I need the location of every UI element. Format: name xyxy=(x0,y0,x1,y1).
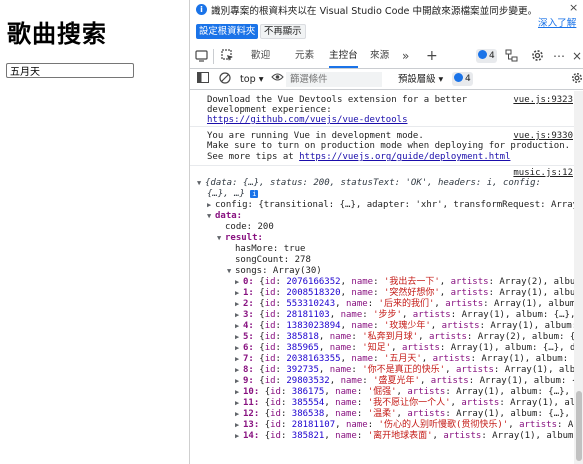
network-icon[interactable] xyxy=(504,49,518,63)
console-issues-badge[interactable]: 4 xyxy=(452,72,473,86)
tab-separator xyxy=(213,49,214,64)
message-icon xyxy=(478,50,487,59)
tab-sources[interactable]: 來源 xyxy=(370,44,389,68)
song-row[interactable]: ▶ 8: {id: 392735, name: '你不是真正的快乐', artis… xyxy=(235,365,581,376)
info-icon: i xyxy=(196,4,207,15)
eye-icon[interactable] xyxy=(270,72,284,86)
scroll-thumb[interactable] xyxy=(576,391,582,461)
log-summary[interactable]: ▼ {data: {…}, status: 200, statusText: 'O… xyxy=(197,178,541,189)
tree-node-songcount: songCount: 278 xyxy=(235,255,311,265)
infobar-message: 識別專案的根資料夾以在 Visual Studio Code 中開啟來源檔案並同… xyxy=(211,6,531,17)
deployment-link[interactable]: https://vuejs.org/guide/deployment.html xyxy=(299,152,510,162)
song-row[interactable]: ▶ 13: {id: 28181107, name: '伤心的人别听慢歌(贯彻快乐… xyxy=(235,420,583,431)
tree-node-hasmore: hasMore: true xyxy=(235,244,306,254)
issues-badge[interactable]: 4 xyxy=(476,49,497,63)
expand-triangle-icon[interactable]: ▶ xyxy=(235,321,243,332)
song-row[interactable]: ▶ 5: {id: 385818, name: '私奔到月球', artists:… xyxy=(235,332,581,343)
devtools-panel: i 識別專案的根資料夾以在 Visual Studio Code 中開啟來源檔案… xyxy=(189,0,583,464)
tree-node-config[interactable]: ▶ config: {transitional: {…}, adapter: 'x… xyxy=(207,200,583,211)
song-row[interactable]: ▶ 14: {id: 385821, name: '离开地球表面', artist… xyxy=(235,431,579,442)
gear-icon[interactable] xyxy=(530,49,544,63)
select-folder-button[interactable]: 設定根資料夾 xyxy=(196,24,259,39)
console-filter-input[interactable] xyxy=(286,72,382,87)
expand-triangle-icon[interactable]: ▶ xyxy=(235,288,243,299)
console-output: Download the Vue Devtools extension for … xyxy=(190,91,583,464)
add-tab-icon[interactable]: + xyxy=(426,44,438,68)
close-devtools-icon[interactable]: × xyxy=(570,49,583,63)
song-row[interactable]: ▶ 11: {id: 385554, name: '我不愿让你一个人', arti… xyxy=(235,398,575,409)
expand-triangle-icon[interactable]: ▶ xyxy=(235,354,243,365)
close-icon[interactable]: × xyxy=(569,1,578,14)
search-input[interactable] xyxy=(6,63,134,78)
tree-node-data[interactable]: ▼ data: xyxy=(207,211,242,222)
clear-console-icon[interactable] xyxy=(218,72,232,86)
song-row[interactable]: ▶ 3: {id: 28181103, name: '步步', artists: … xyxy=(235,310,583,321)
info-icon: i xyxy=(250,190,259,198)
expand-triangle-icon[interactable]: ▶ xyxy=(235,343,243,354)
console-message: Download the Vue Devtools extension for … xyxy=(190,91,583,127)
context-select[interactable]: top ▾ xyxy=(240,72,264,87)
tree-node-songs[interactable]: ▼ songs: Array(30) xyxy=(227,266,322,277)
inspect-element-icon[interactable] xyxy=(220,49,234,63)
song-row[interactable]: ▶ 12: {id: 386538, name: '温柔', artists: A… xyxy=(235,409,581,420)
expand-triangle-icon[interactable]: ▶ xyxy=(235,398,243,409)
tab-elements[interactable]: 元素 xyxy=(295,44,314,68)
log-levels-select[interactable]: 預設層級 ▾ xyxy=(398,72,443,87)
tab-welcome[interactable]: 歡迎 xyxy=(251,44,270,68)
devtools-infobar: i 識別專案的根資料夾以在 Visual Studio Code 中開啟來源檔案… xyxy=(190,0,583,40)
console-message: You are running Vue in development mode.… xyxy=(190,128,583,166)
page-title: 歌曲搜索 xyxy=(7,20,107,48)
source-link[interactable]: vue.js:9323 xyxy=(513,95,573,106)
log-summary-cont: {…}, …} i xyxy=(207,189,259,199)
expand-triangle-icon[interactable]: ▶ xyxy=(235,332,243,343)
song-row[interactable]: ▶ 9: {id: 29803532, name: '盛夏光年', artists… xyxy=(235,376,577,387)
expand-triangle-icon[interactable]: ▶ xyxy=(235,387,243,398)
more-tabs-icon[interactable]: » xyxy=(402,44,409,68)
tree-node-code: code: 200 xyxy=(225,222,274,232)
expand-triangle-icon[interactable]: ▶ xyxy=(235,299,243,310)
expand-triangle-icon[interactable]: ▶ xyxy=(235,420,243,431)
expand-triangle-icon[interactable]: ▶ xyxy=(235,409,243,420)
message-text: See more tips at https://vuejs.org/guide… xyxy=(207,152,511,162)
more-options-icon[interactable]: ⋯ xyxy=(552,49,566,63)
expand-triangle-icon[interactable]: ▶ xyxy=(235,310,243,321)
sidebar-toggle-icon[interactable] xyxy=(196,72,210,86)
expand-triangle-icon[interactable]: ▶ xyxy=(235,376,243,387)
song-row[interactable]: ▶ 6: {id: 385965, name: '知足', artists: Ar… xyxy=(235,343,583,354)
song-row[interactable]: ▶ 10: {id: 386175, name: '倔强', artists: A… xyxy=(235,387,581,398)
message-icon xyxy=(454,73,463,82)
dont-show-again-button[interactable]: 不再顯示 xyxy=(260,24,306,39)
devtools-tabstrip: 歡迎 元素 主控台 來源 » + 4 ⋯ × xyxy=(190,44,583,69)
console-settings-icon[interactable] xyxy=(570,72,583,86)
song-row[interactable]: ▶ 2: {id: 553310243, name: '后来的我们', artis… xyxy=(235,299,581,310)
expand-triangle-icon[interactable]: ▶ xyxy=(235,431,243,442)
song-row[interactable]: ▶ 0: {id: 2076166352, name: '我出去一下', arti… xyxy=(235,277,581,288)
expand-triangle-icon[interactable]: ▶ xyxy=(235,365,243,376)
song-row[interactable]: ▶ 7: {id: 2038163355, name: '五月天', artist… xyxy=(235,354,583,365)
console-toolbar: top ▾ 預設層級 ▾ 4 xyxy=(190,69,583,90)
message-text: Make sure to turn on production mode whe… xyxy=(207,141,571,151)
tree-node-result[interactable]: ▼ result: xyxy=(217,233,263,244)
expand-triangle-icon[interactable]: ▶ xyxy=(235,277,243,288)
song-row[interactable]: ▶ 1: {id: 2008518320, name: '突然好想你', arti… xyxy=(235,288,581,299)
learn-more-link[interactable]: 深入了解 xyxy=(538,15,576,29)
console-scrollbar[interactable] xyxy=(574,91,583,464)
tab-console[interactable]: 主控台 xyxy=(329,44,358,68)
song-row[interactable]: ▶ 4: {id: 1383023894, name: '玫瑰少年', artis… xyxy=(235,321,583,332)
device-toolbar-icon[interactable] xyxy=(194,49,208,63)
devtools-link[interactable]: https://github.com/vuejs/vue-devtools xyxy=(207,115,407,126)
